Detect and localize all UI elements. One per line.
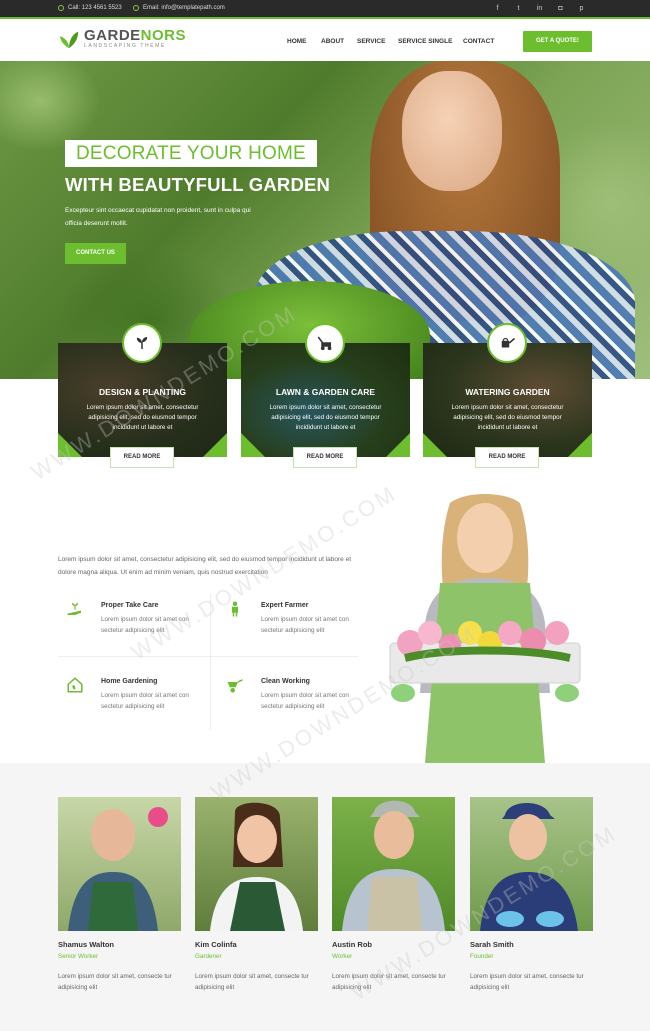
sprout-icon xyxy=(122,323,162,363)
team-member-card[interactable]: Sarah Smith Founder Lorem ipsum dolor si… xyxy=(470,797,593,991)
service-corner xyxy=(203,433,227,457)
linkedin-icon[interactable]: in xyxy=(529,3,550,15)
team-member-role: Gardener xyxy=(195,953,222,960)
top-bar: Call: 123 4561 5523 Email: info@template… xyxy=(0,0,650,19)
read-more-button[interactable]: READ MORE xyxy=(293,447,357,468)
farmer-icon xyxy=(232,601,238,617)
hero-image-face xyxy=(402,71,502,191)
nav-service[interactable]: SERVICE xyxy=(357,38,398,45)
logo[interactable]: GARDENORS Landscaping Theme xyxy=(58,28,186,50)
team-member-desc: Lorem ipsum dolor sit amet, consecte tur… xyxy=(195,973,309,991)
gardener-woman-image xyxy=(389,494,581,763)
feature-text: Lorem ipsum dolor sit amet con sectetur … xyxy=(101,616,189,634)
service-card-design[interactable]: DESIGN & PLANTING Lorem ipsum dolor sit … xyxy=(58,323,227,468)
leaf-logo-icon xyxy=(59,31,79,49)
service-corner xyxy=(423,433,447,457)
nav-service-single[interactable]: SERVICE SINGLE xyxy=(398,38,463,45)
read-more-button[interactable]: READ MORE xyxy=(475,447,539,468)
feature-title: Proper Take Care xyxy=(101,602,159,609)
facebook-icon[interactable]: f xyxy=(487,3,508,15)
team-member-photo xyxy=(58,797,181,931)
about-text: Lorem ipsum dolor sit amet, consectetur … xyxy=(58,556,352,576)
service-text: Lorem ipsum dolor sit amet, consectetur … xyxy=(451,404,564,431)
main-nav: HOME ABOUT SERVICE SERVICE SINGLE CONTAC… xyxy=(287,38,503,45)
feature-text: Lorem ipsum dolor sit amet con sectetur … xyxy=(101,692,189,710)
nav-about[interactable]: ABOUT xyxy=(321,38,357,45)
pinterest-icon[interactable]: p xyxy=(571,3,592,15)
service-title: WATERING GARDEN xyxy=(465,387,550,397)
team-member-role: Founder xyxy=(470,953,494,960)
service-title: DESIGN & PLANTING xyxy=(99,387,186,397)
logo-part1: GARDE xyxy=(84,27,141,44)
hero-title-line1: DECORATE YOUR HOME xyxy=(65,140,317,167)
team-member-card[interactable]: Austin Rob Worker Lorem ipsum dolor sit … xyxy=(332,797,455,991)
phone-icon xyxy=(58,5,64,11)
team-member-desc: Lorem ipsum dolor sit amet, consecte tur… xyxy=(470,973,584,991)
feature-title: Clean Working xyxy=(261,678,310,685)
nav-contact[interactable]: CONTACT xyxy=(463,38,503,45)
site-header: GARDENORS Landscaping Theme HOME ABOUT S… xyxy=(0,21,650,61)
contact-us-button[interactable]: CONTACT US xyxy=(65,243,126,264)
feature-text: Lorem ipsum dolor sit amet con sectetur … xyxy=(261,616,349,634)
service-corner xyxy=(241,433,265,457)
logo-name: GARDENORS xyxy=(84,27,187,44)
service-corner xyxy=(386,433,410,457)
services-section: DESIGN & PLANTING Lorem ipsum dolor sit … xyxy=(58,323,592,468)
call-info: Call: 123 4561 5523 xyxy=(58,5,122,11)
logo-part2: NORS xyxy=(140,27,187,44)
email-info[interactable]: Email: info@templatepath.com xyxy=(133,5,225,11)
read-more-button[interactable]: READ MORE xyxy=(110,447,174,468)
instagram-icon[interactable]: ◘ xyxy=(550,3,571,15)
service-corner xyxy=(58,433,82,457)
feature-title: Expert Farmer xyxy=(261,602,309,609)
wheelbarrow-icon xyxy=(227,679,243,693)
team-member-desc: Lorem ipsum dolor sit amet, consecte tur… xyxy=(332,973,446,991)
team-member-name: Shamus Walton xyxy=(58,940,114,949)
nav-home[interactable]: HOME xyxy=(287,38,321,45)
team-member-name: Kim Colinfa xyxy=(195,940,237,949)
twitter-icon[interactable]: t xyxy=(508,3,529,15)
lawnmower-icon xyxy=(305,323,345,363)
service-title: LAWN & GARDEN CARE xyxy=(275,387,376,397)
get-quote-button[interactable]: GET A QUOTE! xyxy=(523,31,592,52)
hand-plant-icon xyxy=(67,603,81,615)
service-corner xyxy=(568,433,592,457)
team-member-photo xyxy=(195,797,318,931)
feature-title: Home Gardening xyxy=(101,678,158,685)
team-member-card[interactable]: Shamus Walton Senior Worker Lorem ipsum … xyxy=(58,797,181,991)
service-text: Lorem ipsum dolor sit amet, consectetur … xyxy=(86,404,199,431)
team-member-photo xyxy=(332,797,455,931)
team-member-name: Austin Rob xyxy=(332,940,372,949)
hero-description: Excepteur sint occaecat cupidatat non pr… xyxy=(65,207,251,227)
service-card-watering[interactable]: WATERING GARDEN Lorem ipsum dolor sit am… xyxy=(423,323,592,468)
call-text: Call: 123 4561 5523 xyxy=(68,5,122,11)
home-leaf-icon xyxy=(67,677,83,693)
team-member-desc: Lorem ipsum dolor sit amet, consecte tur… xyxy=(58,973,172,991)
team-member-photo xyxy=(470,797,593,931)
watering-can-icon xyxy=(487,323,527,363)
team-member-card[interactable]: Kim Colinfa Gardener Lorem ipsum dolor s… xyxy=(195,797,318,991)
email-text[interactable]: Email: info@templatepath.com xyxy=(143,5,225,11)
hero-title-line2: WITH BEAUTYFULL GARDEN xyxy=(65,174,331,195)
team-member-role: Worker xyxy=(332,953,353,960)
email-icon xyxy=(133,5,139,11)
team-member-name: Sarah Smith xyxy=(470,940,514,949)
team-member-role: Senior Worker xyxy=(58,953,99,960)
feature-text: Lorem ipsum dolor sit amet con sectetur … xyxy=(261,692,349,710)
service-card-lawn[interactable]: LAWN & GARDEN CARE Lorem ipsum dolor sit… xyxy=(241,323,410,468)
service-text: Lorem ipsum dolor sit amet, consectetur … xyxy=(269,404,382,431)
social-links: f t in ◘ p xyxy=(487,3,592,15)
feature-divider xyxy=(58,656,358,657)
